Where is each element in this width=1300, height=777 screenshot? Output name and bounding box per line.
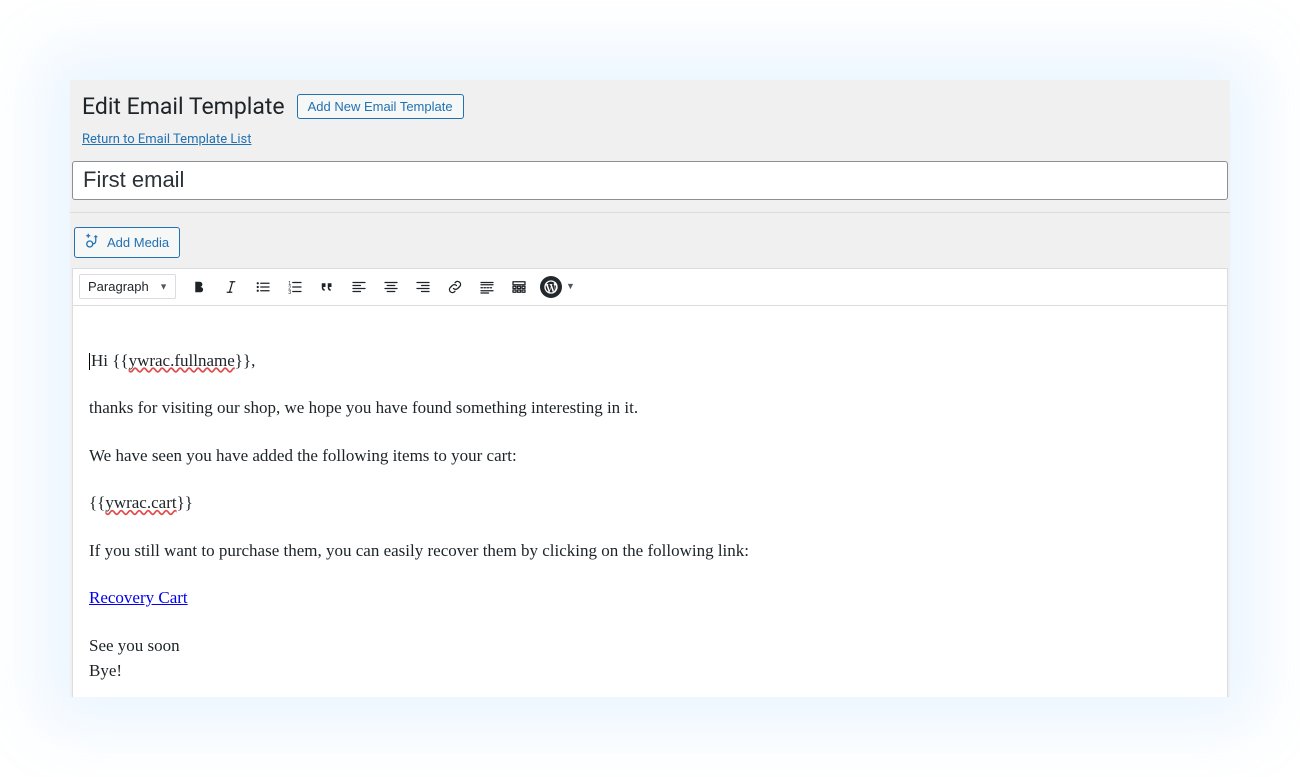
numbered-list-button[interactable]: 123 bbox=[280, 273, 310, 301]
link-button[interactable] bbox=[440, 273, 470, 301]
add-media-label: Add Media bbox=[107, 235, 169, 250]
blockquote-button[interactable] bbox=[312, 273, 342, 301]
align-center-button[interactable] bbox=[376, 273, 406, 301]
content-line-3: We have seen you have added the followin… bbox=[89, 443, 1211, 469]
bold-button[interactable] bbox=[184, 273, 214, 301]
align-right-button[interactable] bbox=[408, 273, 438, 301]
rich-text-editor: Paragraph 123 bbox=[72, 268, 1228, 697]
wp-badge-icon[interactable] bbox=[540, 276, 562, 298]
italic-button[interactable] bbox=[216, 273, 246, 301]
content-line-5: If you still want to purchase them, you … bbox=[89, 538, 1211, 564]
return-to-list-link[interactable]: Return to Email Template List bbox=[82, 132, 252, 147]
editor-toolbar: Paragraph 123 bbox=[73, 269, 1227, 306]
content-line-1: Hi {{ywrac.fullname}}, bbox=[89, 348, 1211, 374]
content-line-4: {{ywrac.cart}} bbox=[89, 490, 1211, 516]
add-media-button[interactable]: Add Media bbox=[74, 227, 180, 258]
format-select[interactable]: Paragraph bbox=[79, 274, 176, 299]
text-caret bbox=[89, 353, 90, 370]
add-new-email-template-button[interactable]: Add New Email Template bbox=[297, 94, 464, 119]
bullet-list-button[interactable] bbox=[248, 273, 278, 301]
page-title: Edit Email Template bbox=[82, 92, 285, 122]
content-line-7: See you soon bbox=[89, 633, 1211, 659]
content-line-2: thanks for visiting our shop, we hope yo… bbox=[89, 395, 1211, 421]
editor-content[interactable]: Hi {{ywrac.fullname}}, thanks for visiti… bbox=[73, 306, 1227, 697]
template-title-input[interactable] bbox=[72, 161, 1228, 200]
toolbar-more-caret-icon[interactable]: ▼ bbox=[566, 281, 575, 292]
recovery-cart-link[interactable]: Recovery Cart bbox=[89, 588, 188, 607]
toolbar-toggle-button[interactable] bbox=[504, 273, 534, 301]
align-left-button[interactable] bbox=[344, 273, 374, 301]
content-link-line: Recovery Cart bbox=[89, 585, 1211, 611]
read-more-button[interactable] bbox=[472, 273, 502, 301]
content-line-8: Bye! bbox=[89, 658, 1211, 684]
svg-text:3: 3 bbox=[288, 289, 291, 295]
media-icon bbox=[83, 232, 101, 253]
